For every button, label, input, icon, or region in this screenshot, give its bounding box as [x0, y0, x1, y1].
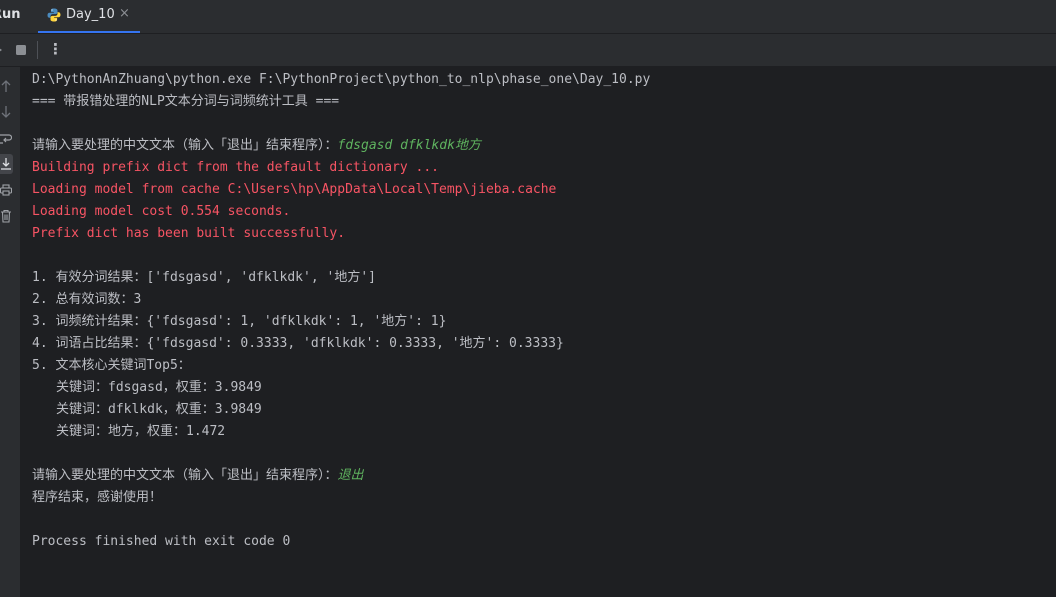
close-icon[interactable]: ×: [119, 0, 130, 30]
rerun-icon[interactable]: [0, 42, 6, 58]
stderr-line: Prefix dict has been built successfully.: [32, 226, 346, 241]
input-prompt-line: 请输入要处理的中文文本（输入「退出」结束程序）：退出: [32, 465, 364, 487]
soft-wrap-icon[interactable]: [0, 131, 12, 145]
print-icon[interactable]: [0, 183, 12, 197]
stop-icon[interactable]: [15, 42, 27, 58]
command-line: D:\PythonAnZhuang\python.exe F:\PythonPr…: [32, 72, 651, 87]
result-line: 4. 词语占比结果：{'fdsgasd': 0.3333, 'dfklkdk':…: [32, 336, 564, 351]
keyword-line: 关键词：fdsgasd，权重：3.9849: [56, 380, 262, 395]
keyword-line: 关键词：地方，权重：1.472: [56, 424, 226, 439]
user-input: 退出: [337, 468, 364, 483]
console-output[interactable]: D:\PythonAnZhuang\python.exe F:\PythonPr…: [20, 67, 1056, 597]
keyword-line: 关键词：dfklkdk，权重：3.9849: [56, 402, 262, 417]
toolbar-separator: [37, 41, 38, 59]
goodbye-line: 程序结束，感谢使用！: [32, 490, 163, 505]
console-gutter: [0, 67, 20, 597]
run-toolbar: ⋮: [0, 34, 1056, 67]
input-prompt: 请输入要处理的中文文本（输入「退出」结束程序）：: [32, 138, 338, 153]
stderr-line: Loading model cost 0.554 seconds.: [32, 204, 291, 219]
run-tool-window: Run Day_10 × ⋮: [0, 0, 1056, 597]
more-options-icon[interactable]: ⋮: [48, 39, 63, 59]
trash-icon[interactable]: [0, 209, 12, 223]
arrow-up-icon[interactable]: [0, 79, 12, 93]
input-prompt: 请输入要处理的中文文本（输入「退出」结束程序）：: [32, 468, 338, 483]
result-line: 2. 总有效词数：3: [32, 292, 142, 307]
tool-window-title[interactable]: Run: [0, 0, 21, 30]
tab-bar: Run Day_10 ×: [0, 0, 1056, 34]
stderr-line: Loading model from cache C:\Users\hp\App…: [32, 182, 557, 197]
stderr-line: Building prefix dict from the default di…: [32, 160, 439, 175]
result-line: 3. 词频统计结果：{'fdsgasd': 1, 'dfklkdk': 1, '…: [32, 314, 447, 329]
user-input: fdsgasd dfklkdk地方: [337, 138, 481, 153]
python-icon: [47, 8, 61, 22]
input-prompt-line: 请输入要处理的中文文本（输入「退出」结束程序）：fdsgasd dfklkdk地…: [32, 135, 481, 157]
scroll-to-end-icon[interactable]: [0, 157, 12, 171]
tab-day-10[interactable]: Day_10 ×: [38, 0, 140, 33]
tab-label: Day_10: [66, 7, 115, 22]
result-line: 1. 有效分词结果：['fdsgasd', 'dfklkdk', '地方']: [32, 270, 376, 285]
result-line: 5. 文本核心关键词Top5：: [32, 358, 191, 373]
program-banner: === 带报错处理的NLP文本分词与词频统计工具 ===: [32, 94, 340, 109]
active-tab-indicator: [38, 31, 140, 33]
process-exit-line: Process finished with exit code 0: [32, 534, 291, 549]
arrow-down-icon[interactable]: [0, 105, 12, 119]
